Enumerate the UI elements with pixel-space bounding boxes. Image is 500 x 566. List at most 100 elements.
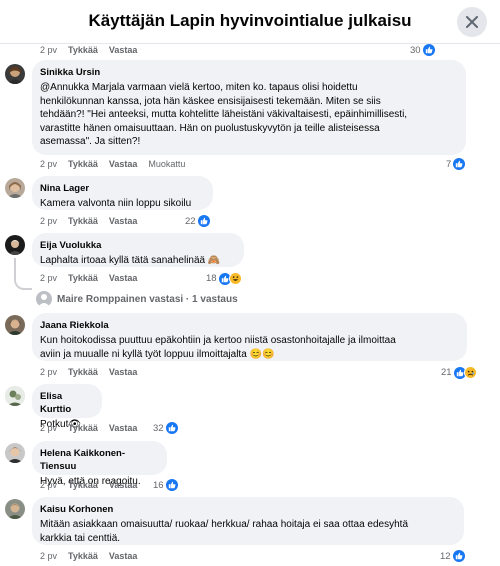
reaction-summary[interactable]: 16 bbox=[153, 479, 178, 491]
thread-connector bbox=[14, 258, 32, 290]
comment-author[interactable]: Kaisu Korhonen bbox=[40, 503, 456, 516]
reply-link[interactable]: Vastaa bbox=[109, 367, 138, 377]
comment-actions: 2 pv Tykkää Vastaa Muokattu bbox=[40, 159, 185, 169]
reaction-count: 30 bbox=[410, 44, 421, 56]
edited-label: Muokattu bbox=[148, 159, 186, 169]
reaction-count: 16 bbox=[153, 479, 164, 491]
close-button[interactable] bbox=[457, 7, 487, 37]
avatar[interactable] bbox=[5, 386, 25, 406]
comment-text: @Annukka Marjala varmaan vielä kertoo, m… bbox=[40, 81, 458, 149]
close-icon bbox=[466, 16, 478, 28]
comment-text: Kamera valvonta niin loppu sikoilu bbox=[40, 198, 192, 209]
comment-age: 2 pv bbox=[40, 159, 58, 169]
comment-actions: 2 pv Tykkää Vastaa bbox=[40, 45, 137, 55]
comment-text: Mitään asiakkaan omaisuutta/ ruokaa/ her… bbox=[40, 518, 456, 545]
comment-bubble: Jaana Riekkola Kun hoitokodissa puuttuu … bbox=[32, 313, 467, 361]
comment-actions: 2 pv Tykkää Vastaa bbox=[40, 551, 137, 561]
comment-bubble: Sinikka Ursin @Annukka Marjala varmaan v… bbox=[32, 60, 466, 155]
like-link[interactable]: Tykkää bbox=[68, 273, 98, 283]
text-line: tehdään?! "Hei anteeksi, mutta kohtelitt… bbox=[40, 109, 408, 120]
comment-author[interactable]: Eija Vuolukka bbox=[40, 239, 236, 252]
reply-link[interactable]: Vastaa bbox=[109, 216, 138, 226]
comment-age: 2 pv bbox=[40, 367, 58, 377]
reaction-summary[interactable]: 22 bbox=[185, 215, 210, 227]
like-link[interactable]: Tykkää bbox=[68, 480, 98, 490]
text-line: varastitte hänen omaisuuttaan. Hän on pu… bbox=[40, 122, 380, 134]
dialog-title: Käyttäjän Lapin hyvinvointialue julkaisu bbox=[88, 11, 412, 30]
text-line: aviin ja muualle ni kyllä työt loppuu il… bbox=[40, 348, 275, 360]
comment-actions: 2 pv Tykkää Vastaa bbox=[40, 480, 137, 490]
comment-author[interactable]: Nina Lager bbox=[40, 182, 205, 195]
reaction-summary[interactable]: 32 bbox=[153, 422, 178, 434]
reaction-summary[interactable]: 12 bbox=[440, 550, 465, 562]
comment-actions: 2 pv Tykkää Vastaa bbox=[40, 273, 137, 283]
reply-link[interactable]: Vastaa bbox=[109, 273, 138, 283]
reply-link[interactable]: Vastaa bbox=[109, 45, 138, 55]
reaction-count: 12 bbox=[440, 550, 451, 562]
comment-bubble: Elisa Kurttio Potkut👁 bbox=[32, 384, 102, 430]
comment-actions: 2 pv Tykkää Vastaa bbox=[40, 423, 137, 433]
avatar[interactable] bbox=[5, 235, 25, 255]
like-link[interactable]: Tykkää bbox=[68, 216, 98, 226]
like-reaction-icon bbox=[452, 550, 465, 562]
haha-reaction-icon bbox=[228, 272, 242, 285]
reaction-count: 22 bbox=[185, 215, 196, 227]
avatar[interactable] bbox=[5, 499, 25, 519]
text-line: henkilökunnan kanssa, jota hän käskee en… bbox=[40, 95, 381, 107]
view-replies-link[interactable]: Maire Romppainen vastasi · 1 vastaus bbox=[36, 291, 238, 307]
comment-author[interactable]: Jaana Riekkola bbox=[40, 319, 459, 332]
reply-link[interactable]: Vastaa bbox=[109, 551, 138, 561]
comment-author[interactable]: Helena Kaikkonen-Tiensuu bbox=[40, 447, 159, 473]
like-link[interactable]: Tykkää bbox=[68, 45, 98, 55]
like-reaction-icon bbox=[453, 158, 466, 170]
reaction-count: 32 bbox=[153, 422, 164, 434]
comment-age: 2 pv bbox=[40, 273, 58, 283]
text-line: karkkia tai centtiä. bbox=[40, 532, 121, 544]
comment-text: Kun hoitokodissa puuttuu epäkohtiin ja k… bbox=[40, 334, 459, 361]
comment-author[interactable]: Elisa Kurttio bbox=[40, 390, 94, 416]
reaction-summary[interactable]: 7 bbox=[446, 158, 466, 170]
text-line: Kun hoitokodissa puuttuu epäkohtiin ja k… bbox=[40, 335, 396, 346]
comment-age: 2 pv bbox=[40, 216, 58, 226]
comment-bubble: Nina Lager Kamera valvonta niin loppu si… bbox=[32, 176, 213, 210]
avatar[interactable] bbox=[5, 443, 25, 463]
reaction-count: 18 bbox=[206, 273, 217, 284]
replier-avatar bbox=[36, 291, 52, 307]
like-reaction-icon bbox=[165, 422, 178, 434]
reply-link[interactable]: Vastaa bbox=[109, 423, 138, 433]
reply-link[interactable]: Vastaa bbox=[109, 480, 138, 490]
like-link[interactable]: Tykkää bbox=[68, 423, 98, 433]
comment-bubble: Kaisu Korhonen Mitään asiakkaan omaisuut… bbox=[32, 497, 464, 545]
text-line: @Annukka Marjala varmaan vielä kertoo, m… bbox=[40, 82, 358, 93]
text-line: asemassa". Ja sitten?! bbox=[40, 136, 141, 147]
view-replies-text: Maire Romppainen vastasi · 1 vastaus bbox=[57, 293, 238, 305]
like-link[interactable]: Tykkää bbox=[68, 551, 98, 561]
like-reaction-icon bbox=[197, 215, 210, 227]
reaction-count: 21 bbox=[441, 367, 452, 378]
reply-link[interactable]: Vastaa bbox=[109, 159, 138, 169]
text-line: Mitään asiakkaan omaisuutta/ ruokaa/ her… bbox=[40, 519, 409, 530]
avatar[interactable] bbox=[5, 64, 25, 84]
comment-author[interactable]: Sinikka Ursin bbox=[40, 66, 458, 79]
reaction-count: 7 bbox=[446, 158, 452, 170]
reaction-summary[interactable]: 18 bbox=[206, 272, 242, 285]
avatar[interactable] bbox=[5, 178, 25, 198]
like-link[interactable]: Tykkää bbox=[68, 367, 98, 377]
like-link[interactable]: Tykkää bbox=[68, 159, 98, 169]
comment-age: 2 pv bbox=[40, 45, 58, 55]
comment-age: 2 pv bbox=[40, 480, 58, 490]
like-reaction-icon bbox=[165, 479, 178, 491]
reaction-summary[interactable]: 30 bbox=[410, 44, 435, 56]
comment-text: Laphalta irtoaa kyllä tätä sanahelinää 🙈 bbox=[40, 255, 221, 266]
comment-age: 2 pv bbox=[40, 551, 58, 561]
comment-actions: 2 pv Tykkää Vastaa bbox=[40, 216, 137, 226]
comment-bubble: Helena Kaikkonen-Tiensuu Hyvä, että on r… bbox=[32, 441, 167, 487]
avatar[interactable] bbox=[5, 315, 25, 335]
dialog-header: Käyttäjän Lapin hyvinvointialue julkaisu bbox=[0, 0, 500, 44]
comment-bubble: Eija Vuolukka Laphalta irtoaa kyllä tätä… bbox=[32, 233, 244, 267]
like-reaction-icon bbox=[422, 44, 435, 56]
reaction-summary[interactable]: 21 bbox=[441, 366, 477, 379]
comment-actions: 2 pv Tykkää Vastaa bbox=[40, 367, 137, 377]
comment-age: 2 pv bbox=[40, 423, 58, 433]
sad-reaction-icon bbox=[463, 366, 477, 379]
